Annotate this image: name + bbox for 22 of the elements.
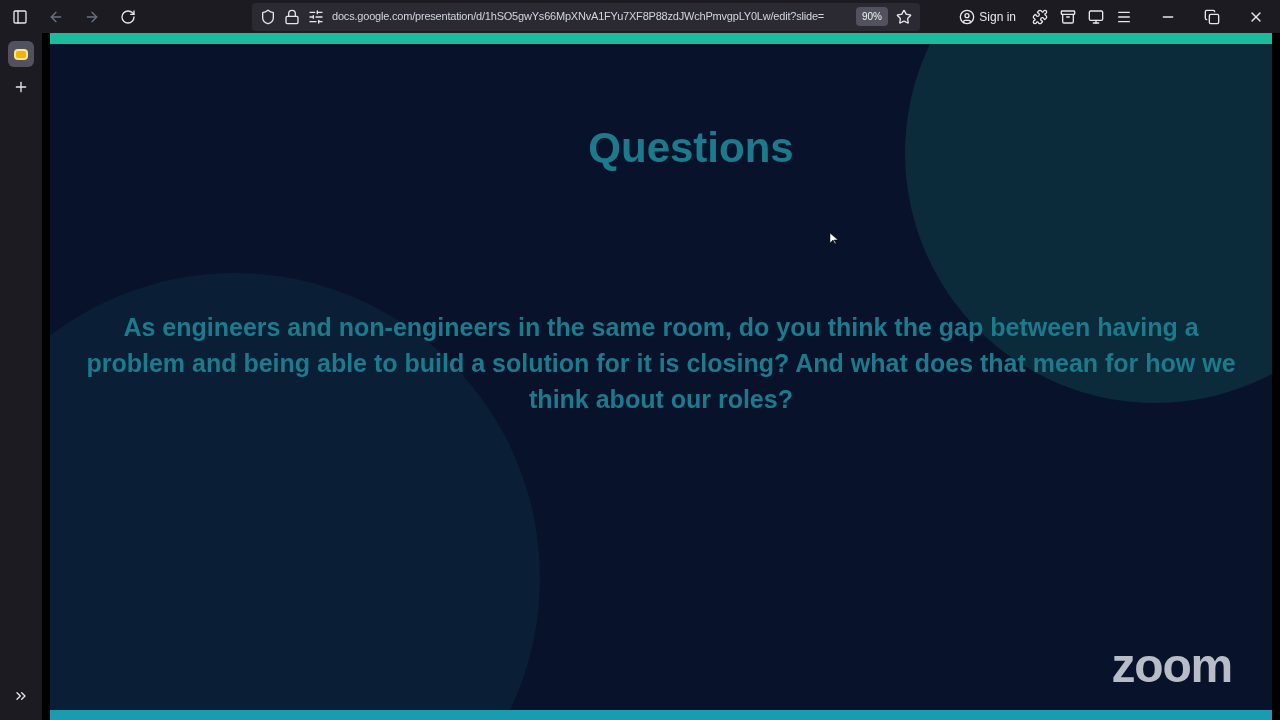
slides-icon: [14, 48, 28, 60]
monitor-icon[interactable]: [1088, 8, 1104, 25]
zoom-logo: zoom: [1111, 642, 1232, 690]
url-text: docs.google.com/presentation/d/1hSO5gwYs66MpXNvA1FYu7XF8P88zdJWchPmvgpLY0Lw/edit?slide=: [332, 9, 826, 25]
lock-icon[interactable]: [284, 8, 300, 25]
account-icon: [959, 8, 976, 25]
sidebar-toggle-icon[interactable]: [12, 8, 28, 25]
restore-icon[interactable]: [1204, 8, 1220, 25]
star-icon[interactable]: [896, 8, 912, 25]
permissions-icon[interactable]: [308, 8, 324, 25]
address-bar[interactable]: docs.google.com/presentation/d/1hSO5gwYs66MpXNvA1FYu7XF8P88zdJWchPmvgpLY0Lw/edit?slide= 90%: [252, 2, 920, 31]
sign-in-button[interactable]: Sign in: [955, 7, 1020, 26]
slide-body: As engineers and non-engineers in the same room, do you think the gap between having a problem and being able to build a solution for it is closing? And what does that mean for how we think about our roles?: [85, 312, 1237, 415]
zoom-level-badge[interactable]: 90%: [856, 7, 888, 26]
archive-icon[interactable]: [1060, 8, 1076, 25]
reload-icon[interactable]: [120, 8, 136, 25]
add-icon[interactable]: [13, 79, 29, 95]
cursor-icon: [830, 233, 838, 245]
slides-app-tab[interactable]: [8, 41, 34, 67]
slide-title: Questions: [588, 123, 794, 173]
extensions-icon[interactable]: [1032, 8, 1048, 25]
shield-icon[interactable]: [260, 8, 276, 25]
